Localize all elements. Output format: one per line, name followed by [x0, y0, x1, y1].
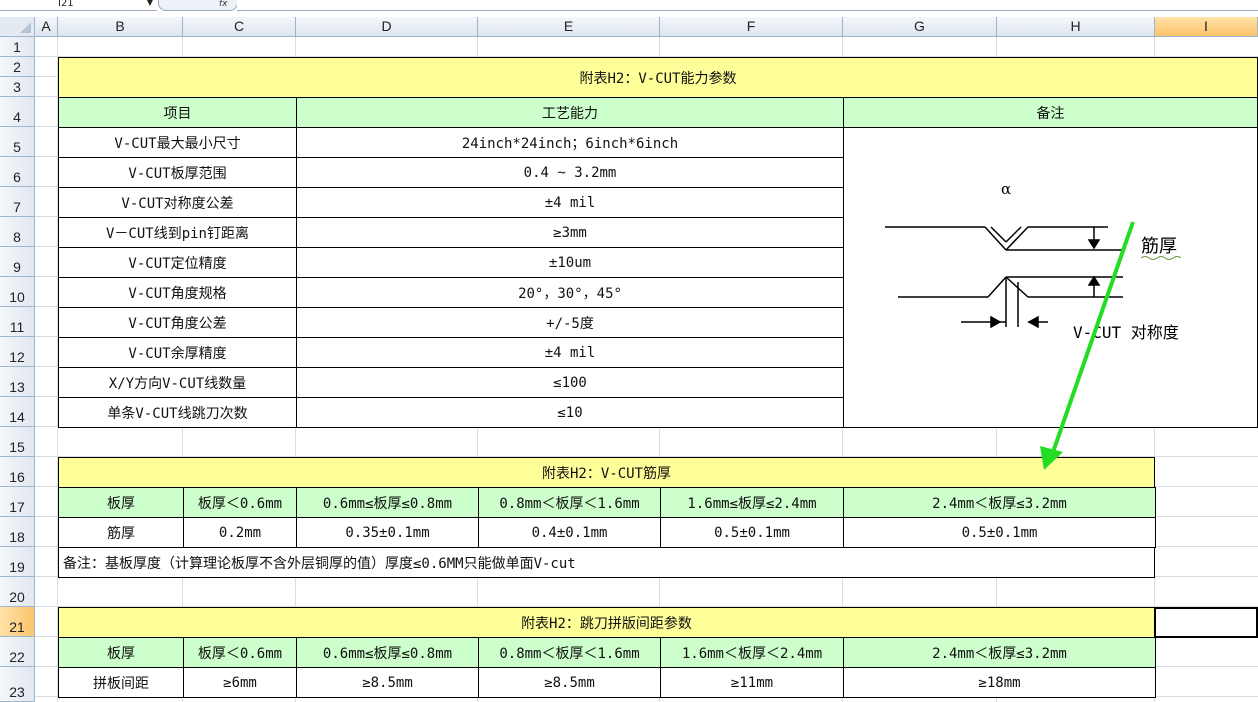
row-header-15[interactable]: 15	[0, 427, 35, 457]
table3-value-cell[interactable]: ≥8.5mm	[296, 667, 479, 698]
row-header-21[interactable]: 21	[0, 607, 35, 637]
row-header-19[interactable]: 19	[0, 547, 35, 577]
row-header-18[interactable]: 18	[0, 517, 35, 547]
table3-range-header[interactable]: 1.6mm＜板厚＜2.4mm	[660, 637, 844, 668]
column-header-d[interactable]: D	[296, 17, 478, 37]
row-header-22[interactable]: 22	[0, 637, 35, 667]
table2-note[interactable]: 备注：基板厚度（计算理论板厚不含外层铜厚的值）厚度≤0.6MM只能做单面V-cu…	[58, 547, 1155, 578]
column-header-c[interactable]: C	[183, 17, 296, 37]
table2-range-header[interactable]: 1.6mm≤板厚≤2.4mm	[660, 487, 844, 518]
table3-header-label[interactable]: 板厚	[58, 637, 184, 668]
table2-range-header[interactable]: 0.6mm≤板厚≤0.8mm	[296, 487, 479, 518]
row-header-12[interactable]: 12	[0, 337, 35, 367]
table3-range-header[interactable]: 2.4mm＜板厚≤3.2mm	[843, 637, 1156, 668]
row-header-10[interactable]: 10	[0, 277, 35, 307]
row-header-13[interactable]: 13	[0, 367, 35, 397]
row-header-9[interactable]: 9	[0, 247, 35, 277]
table1-value-cell[interactable]: ±4 mil	[296, 337, 844, 368]
table3-value-cell[interactable]: ≥6mm	[183, 667, 297, 698]
row-header-3[interactable]: 3	[0, 77, 35, 97]
table1-item-cell[interactable]: V-CUT板厚范围	[58, 157, 297, 188]
table1-value-cell[interactable]: +/-5度	[296, 307, 844, 338]
table1-item-cell[interactable]: V-CUT最大最小尺寸	[58, 127, 297, 158]
upper-groove-lines	[885, 226, 1123, 251]
row-header-23[interactable]: 23	[0, 667, 35, 702]
table1-header-capability[interactable]: 工艺能力	[296, 97, 844, 128]
table1-header-remark[interactable]: 备注	[843, 97, 1258, 128]
name-box[interactable]: I21 ▼	[0, 0, 157, 11]
row-header-20[interactable]: 20	[0, 577, 35, 607]
insert-function-button[interactable]: fx	[158, 0, 238, 11]
table3-title[interactable]: 附表H2：跳刀拼版间距参数	[58, 607, 1155, 638]
row-header-6[interactable]: 6	[0, 157, 35, 187]
table1-value-cell[interactable]: ≤10	[296, 397, 844, 428]
table1-item-cell[interactable]: V－CUT线到pin钉距离	[58, 217, 297, 248]
row-header-1[interactable]: 1	[0, 37, 35, 57]
table1-item-cell[interactable]: V-CUT角度公差	[58, 307, 297, 338]
column-header-b[interactable]: B	[58, 17, 183, 37]
table2-value-cell[interactable]: 0.4±0.1mm	[478, 517, 661, 548]
table1-title[interactable]: 附表H2：V-CUT能力参数	[58, 57, 1258, 98]
row-header-14[interactable]: 14	[0, 397, 35, 427]
table1-value-cell[interactable]: 24inch*24inch；6inch*6inch	[296, 127, 844, 158]
column-header-h[interactable]: H	[997, 17, 1155, 37]
row-header-16[interactable]: 16	[0, 457, 35, 487]
table1-value-cell[interactable]: 20°，30°，45°	[296, 277, 844, 308]
table1-item-cell[interactable]: X/Y方向V-CUT线数量	[58, 367, 297, 398]
chevron-down-icon[interactable]: ▼	[89, 0, 153, 7]
table1-value-cell[interactable]: 0.4 ~ 3.2mm	[296, 157, 844, 188]
table1-item-cell[interactable]: V-CUT定位精度	[58, 247, 297, 278]
table2-header-label[interactable]: 板厚	[58, 487, 184, 518]
table2-value-cell[interactable]: 0.2mm	[183, 517, 297, 548]
table2-range-header[interactable]: 板厚＜0.6mm	[183, 487, 297, 518]
table3-value-cell[interactable]: ≥18mm	[843, 667, 1156, 698]
column-header-a[interactable]: A	[35, 17, 58, 37]
table2-row-label[interactable]: 筋厚	[58, 517, 184, 548]
row-header-2[interactable]: 2	[0, 57, 35, 77]
table1-header-item[interactable]: 项目	[58, 97, 297, 128]
table1-item-cell[interactable]: V-CUT对称度公差	[58, 187, 297, 218]
name-box-value: I21	[58, 0, 74, 9]
table3-range-header[interactable]: 0.8mm＜板厚＜1.6mm	[478, 637, 661, 668]
table3-value-cell[interactable]: ≥8.5mm	[478, 667, 661, 698]
rib-thickness-label: 筋厚	[1141, 236, 1177, 257]
dimension-arrows	[983, 227, 1123, 329]
table1-value-cell[interactable]: ±10um	[296, 247, 844, 278]
table2-range-header[interactable]: 2.4mm＜板厚≤3.2mm	[843, 487, 1156, 518]
fx-icon: fx	[219, 0, 228, 9]
column-header-i[interactable]: I	[1155, 17, 1258, 37]
table2-value-cell[interactable]: 0.35±0.1mm	[296, 517, 479, 548]
table3-value-cell[interactable]: ≥11mm	[660, 667, 844, 698]
row-header-4[interactable]: 4	[0, 97, 35, 127]
row-header-11[interactable]: 11	[0, 307, 35, 337]
table2-title[interactable]: 附表H2：V-CUT筋厚	[58, 457, 1155, 488]
table1-value-cell[interactable]: ≥3mm	[296, 217, 844, 248]
alpha-label: α	[1001, 180, 1011, 198]
row-header-17[interactable]: 17	[0, 487, 35, 517]
column-header-e[interactable]: E	[478, 17, 660, 37]
column-header-g[interactable]: G	[843, 17, 997, 37]
select-all-button[interactable]	[0, 17, 35, 37]
table2-value-cell[interactable]: 0.5±0.1mm	[660, 517, 844, 548]
row-header-5[interactable]: 5	[0, 127, 35, 157]
row-header-8[interactable]: 8	[0, 217, 35, 247]
table3-range-header[interactable]: 板厚＜0.6mm	[183, 637, 297, 668]
table3-row-label[interactable]: 拼板间距	[58, 667, 184, 698]
active-cell-i21[interactable]	[1154, 607, 1258, 638]
table1-item-cell[interactable]: V-CUT余厚精度	[58, 337, 297, 368]
table1-item-cell[interactable]: V-CUT角度规格	[58, 277, 297, 308]
v-cut-diagram: α 筋厚 V-CUT 对称度	[885, 180, 1182, 342]
symmetry-label: V-CUT 对称度	[1073, 323, 1179, 342]
table3-range-header[interactable]: 0.6mm≤板厚≤0.8mm	[296, 637, 479, 668]
table2-value-cell[interactable]: 0.5±0.1mm	[843, 517, 1156, 548]
column-header-f[interactable]: F	[660, 17, 843, 37]
formula-bar-input[interactable]	[237, 0, 1258, 11]
table1-item-cell[interactable]: 单条V-CUT线跳刀次数	[58, 397, 297, 428]
table1-value-cell[interactable]: ≤100	[296, 367, 844, 398]
spellcheck-underline	[1140, 256, 1182, 260]
table1-value-cell[interactable]: ±4 mil	[296, 187, 844, 218]
table2-range-header[interactable]: 0.8mm＜板厚＜1.6mm	[478, 487, 661, 518]
row-header-7[interactable]: 7	[0, 187, 35, 217]
